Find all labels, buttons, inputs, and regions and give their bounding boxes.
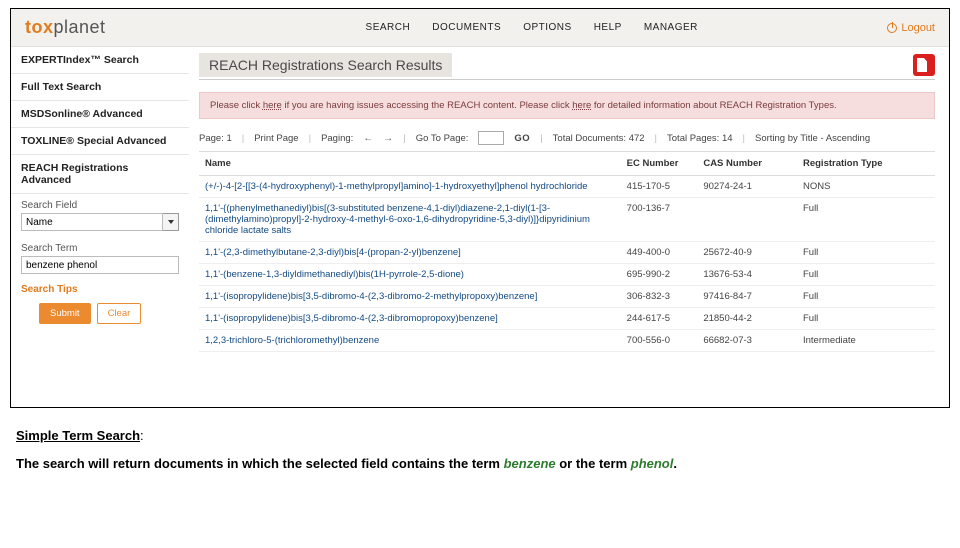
result-name-link[interactable]: 1,1'-(2,3-dimethylbutane-2,3-diyl)bis[4-… bbox=[205, 247, 461, 258]
pager-goto-label: Go To Page: bbox=[416, 133, 469, 144]
alert-text-3: for detailed information about REACH Reg… bbox=[591, 100, 836, 111]
topbar: toxplanet SEARCH DOCUMENTS OPTIONS HELP … bbox=[11, 9, 949, 47]
result-ec: 244-617-5 bbox=[621, 308, 698, 330]
nav-manager[interactable]: MANAGER bbox=[644, 22, 698, 33]
result-cas: 21850-44-2 bbox=[697, 308, 797, 330]
info-alert: Please click here if you are having issu… bbox=[199, 92, 935, 119]
search-field-label: Search Field bbox=[11, 194, 189, 213]
result-reg: Full bbox=[797, 264, 935, 286]
submit-button[interactable]: Submit bbox=[39, 303, 91, 324]
result-cas: 97416-84-7 bbox=[697, 286, 797, 308]
result-reg: Full bbox=[797, 198, 935, 242]
result-name-link[interactable]: (+/-)-4-[2-[[3-(4-hydroxyphenyl)-1-methy… bbox=[205, 181, 588, 192]
sidebar-item-reach[interactable]: REACH Registrations Advanced bbox=[11, 155, 189, 194]
result-reg: Intermediate bbox=[797, 330, 935, 352]
app-window: toxplanet SEARCH DOCUMENTS OPTIONS HELP … bbox=[10, 8, 950, 408]
alert-link-2[interactable]: here bbox=[572, 100, 591, 111]
result-ec: 695-990-2 bbox=[621, 264, 698, 286]
table-row: (+/-)-4-[2-[[3-(4-hydroxyphenyl)-1-methy… bbox=[199, 176, 935, 198]
result-cas: 90274-24-1 bbox=[697, 176, 797, 198]
alert-link-1[interactable]: here bbox=[263, 100, 282, 111]
table-row: 1,1'-{(phenylmethanediyl)bis[(3-substitu… bbox=[199, 198, 935, 242]
table-row: 1,1'-(benzene-1,3-diyldimethanediyl)bis(… bbox=[199, 264, 935, 286]
search-tips-link[interactable]: Search Tips bbox=[11, 280, 189, 303]
result-ec: 415-170-5 bbox=[621, 176, 698, 198]
nav-search[interactable]: SEARCH bbox=[366, 22, 411, 33]
result-cas bbox=[697, 198, 797, 242]
logout-label: Logout bbox=[901, 22, 935, 34]
top-nav: SEARCH DOCUMENTS OPTIONS HELP MANAGER bbox=[366, 22, 698, 33]
pager-print[interactable]: Print Page bbox=[254, 133, 298, 144]
clear-button[interactable]: Clear bbox=[97, 303, 142, 324]
search-field-select[interactable] bbox=[21, 213, 179, 231]
nav-help[interactable]: HELP bbox=[594, 22, 622, 33]
pager-goto-input[interactable] bbox=[478, 131, 504, 145]
result-ec: 449-400-0 bbox=[621, 242, 698, 264]
chevron-down-icon bbox=[168, 220, 174, 224]
result-reg: Full bbox=[797, 308, 935, 330]
brand-left: tox bbox=[25, 17, 54, 37]
search-term-input[interactable] bbox=[21, 256, 179, 274]
pager-sort[interactable]: Sorting by Title - Ascending bbox=[755, 133, 870, 144]
alert-text-1: Please click bbox=[210, 100, 263, 111]
result-reg: Full bbox=[797, 242, 935, 264]
result-name-link[interactable]: 1,1'-(isopropylidene)bis[3,5-dibromo-4-(… bbox=[205, 313, 498, 324]
table-row: 1,1'-(isopropylidene)bis[3,5-dibromo-4-(… bbox=[199, 308, 935, 330]
pager-next-icon[interactable]: → bbox=[383, 133, 393, 144]
caption-title: Simple Term Search bbox=[16, 428, 140, 443]
search-field-value[interactable] bbox=[21, 213, 163, 231]
result-ec: 306-832-3 bbox=[621, 286, 698, 308]
pdf-export-icon[interactable] bbox=[913, 54, 935, 76]
result-cas: 13676-53-4 bbox=[697, 264, 797, 286]
caption-term-1: benzene bbox=[504, 456, 556, 471]
nav-options[interactable]: OPTIONS bbox=[523, 22, 572, 33]
caption-line-post: . bbox=[673, 456, 677, 471]
pager-paging-label: Paging: bbox=[321, 133, 353, 144]
main-content: REACH Registrations Search Results Pleas… bbox=[189, 47, 949, 407]
result-ec: 700-136-7 bbox=[621, 198, 698, 242]
result-cas: 66682-07-3 bbox=[697, 330, 797, 352]
result-name-link[interactable]: 1,1'-{(phenylmethanediyl)bis[(3-substitu… bbox=[205, 203, 590, 236]
result-cas: 25672-40-9 bbox=[697, 242, 797, 264]
result-ec: 700-556-0 bbox=[621, 330, 698, 352]
result-name-link[interactable]: 1,1'-(isopropylidene)bis[3,5-dibromo-4-(… bbox=[205, 291, 537, 302]
col-name[interactable]: Name bbox=[199, 152, 621, 176]
pager-prev-icon[interactable]: ← bbox=[363, 133, 373, 144]
sidebar-item-fulltext[interactable]: Full Text Search bbox=[11, 74, 189, 101]
col-ec[interactable]: EC Number bbox=[621, 152, 698, 176]
pager-total-pages: Total Pages: 14 bbox=[667, 133, 733, 144]
col-cas[interactable]: CAS Number bbox=[697, 152, 797, 176]
sidebar-item-expertindex[interactable]: EXPERTIndex™ Search bbox=[11, 47, 189, 74]
page-title: REACH Registrations Search Results bbox=[199, 53, 452, 77]
sidebar-item-toxline[interactable]: TOXLINE® Special Advanced bbox=[11, 128, 189, 155]
result-reg: Full bbox=[797, 286, 935, 308]
nav-documents[interactable]: DOCUMENTS bbox=[432, 22, 501, 33]
col-reg[interactable]: Registration Type bbox=[797, 152, 935, 176]
alert-text-2: if you are having issues accessing the R… bbox=[282, 100, 572, 111]
brand-right: planet bbox=[54, 17, 106, 37]
caption-term-2: phenol bbox=[631, 456, 674, 471]
logout-link[interactable]: Logout bbox=[887, 22, 935, 34]
pager-total-docs: Total Documents: 472 bbox=[553, 133, 645, 144]
caption-line-mid: or the term bbox=[556, 456, 631, 471]
power-icon bbox=[887, 23, 897, 33]
results-table: Name EC Number CAS Number Registration T… bbox=[199, 152, 935, 352]
table-row: 1,1'-(2,3-dimethylbutane-2,3-diyl)bis[4-… bbox=[199, 242, 935, 264]
pager-bar: Page: 1| Print Page| Paging: ← →| Go To … bbox=[199, 127, 935, 152]
search-field-dropdown-button[interactable] bbox=[163, 213, 179, 231]
search-term-label: Search Term bbox=[11, 237, 189, 256]
caption-block: Simple Term Search: The search will retu… bbox=[0, 408, 960, 473]
table-row: 1,1'-(isopropylidene)bis[3,5-dibromo-4-(… bbox=[199, 286, 935, 308]
sidebar-item-msdsonline[interactable]: MSDSonline® Advanced bbox=[11, 101, 189, 128]
caption-line-pre: The search will return documents in whic… bbox=[16, 456, 504, 471]
pager-page: Page: 1 bbox=[199, 133, 232, 144]
table-row: 1,2,3-trichloro-5-(trichloromethyl)benze… bbox=[199, 330, 935, 352]
brand-logo: toxplanet bbox=[25, 17, 106, 38]
result-reg: NONS bbox=[797, 176, 935, 198]
sidebar: EXPERTIndex™ Search Full Text Search MSD… bbox=[11, 47, 189, 407]
result-name-link[interactable]: 1,2,3-trichloro-5-(trichloromethyl)benze… bbox=[205, 335, 379, 346]
result-name-link[interactable]: 1,1'-(benzene-1,3-diyldimethanediyl)bis(… bbox=[205, 269, 464, 280]
pager-go-button[interactable]: GO bbox=[514, 133, 530, 144]
